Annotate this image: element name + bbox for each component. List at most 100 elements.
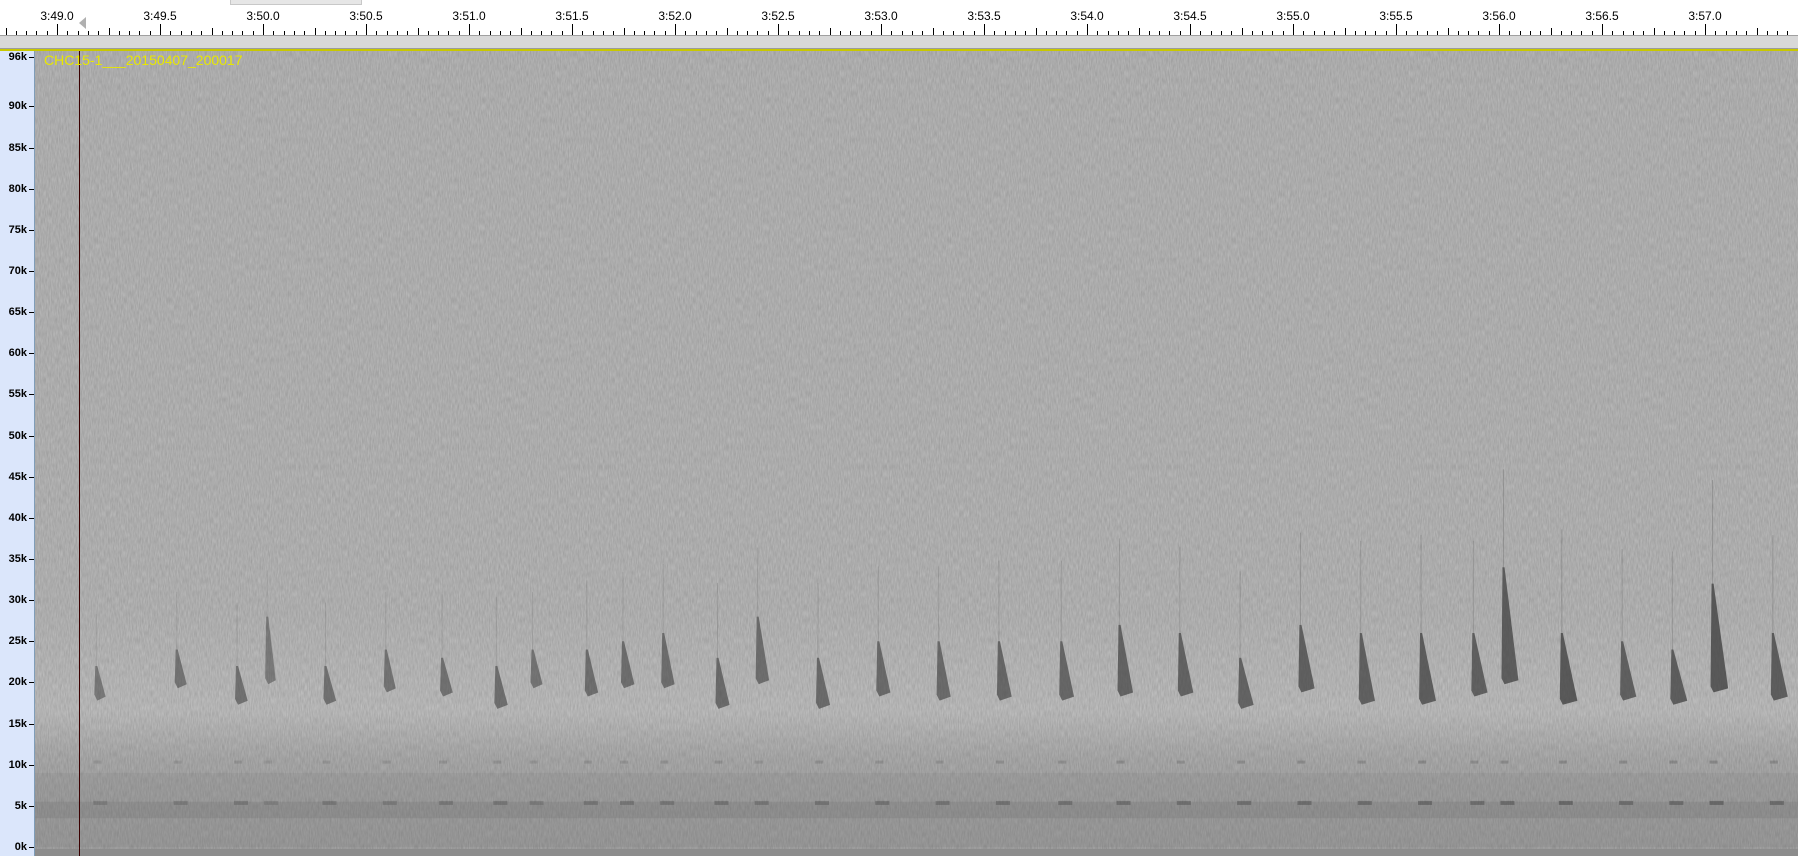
bat-call-low-echo [1470, 760, 1479, 764]
frequency-tick [29, 600, 34, 601]
time-ruler[interactable]: 3:49.0 3:49.5 3:50.0 3:50.5 3:51.0 3:51.5 3:52… [0, 0, 1798, 36]
time-tick-major [366, 24, 367, 35]
bat-call-low-echo [995, 800, 1010, 805]
bat-call-low-echo [1418, 760, 1427, 764]
bat-call-low-echo [93, 800, 108, 805]
bat-call-low-echo [439, 760, 448, 764]
bat-call-low-echo [382, 760, 391, 764]
frequency-tick-label: 96k [8, 51, 27, 63]
frequency-tick [29, 641, 34, 642]
bat-call-low-echo [754, 760, 763, 764]
frequency-tick-label: 15k [8, 717, 27, 730]
time-tick-label: 3:53.5 [967, 9, 1001, 23]
frequency-tick [29, 765, 34, 766]
frequency-tick-label: 80k [8, 182, 27, 195]
time-tick-major [160, 24, 161, 35]
bat-call-low-echo [754, 800, 769, 805]
time-tick-label: 3:51.0 [452, 9, 486, 23]
bat-call-low-echo [935, 760, 944, 764]
frequency-tick [29, 847, 34, 848]
time-tick-major [57, 24, 58, 35]
bat-call-low-echo [1357, 760, 1366, 764]
time-tick-major [1087, 24, 1088, 35]
bat-call-low-echo [1176, 760, 1185, 764]
bat-call-low-echo [234, 800, 249, 805]
time-tick-label: 3:50.0 [246, 9, 280, 23]
bat-call-low-echo [1500, 760, 1509, 764]
frequency-tick [29, 57, 34, 58]
frequency-tick [29, 724, 34, 725]
bat-call-low-echo [1669, 800, 1684, 805]
frequency-tick-label: 10k [8, 758, 27, 771]
bat-call-low-echo [1769, 800, 1784, 805]
bat-call-low-echo [619, 800, 634, 805]
bat-call-low-echo [1500, 800, 1515, 805]
frequency-tick-label: 35k [8, 552, 27, 565]
bat-call-low-echo [1176, 800, 1191, 805]
bat-call-low-echo [1709, 760, 1718, 764]
frequency-tick-label: 45k [8, 470, 27, 483]
time-tick-minor [1551, 28, 1552, 35]
bat-call-low-echo [1470, 800, 1485, 805]
time-tick-label: 3:52.0 [658, 9, 692, 23]
bat-call-low-echo [264, 760, 273, 764]
frequency-tick-label: 65k [8, 306, 27, 319]
time-tick-major [469, 24, 470, 35]
bat-call-low-echo [995, 760, 1004, 764]
bat-call-low-echo [93, 760, 102, 764]
time-tick-minor [1448, 28, 1449, 35]
frequency-tick-label: 5k [14, 799, 27, 812]
bat-call-low-echo [935, 800, 950, 805]
spectrogram-canvas[interactable] [35, 51, 1798, 856]
time-tick-major [984, 24, 985, 35]
bat-call-low-echo [1418, 800, 1433, 805]
frequency-tick-label: 70k [8, 264, 27, 277]
frequency-tick [29, 148, 34, 149]
bat-call-low-echo [814, 800, 829, 805]
frequency-tick [29, 806, 34, 807]
frequency-tick [29, 394, 34, 395]
time-tick-label: 3:55.0 [1276, 9, 1310, 23]
time-tick-minor [1036, 28, 1037, 35]
bat-call-low-echo [1669, 760, 1678, 764]
frequency-tick [29, 230, 34, 231]
frequency-tick-label: 25k [8, 635, 27, 648]
bat-call-low-echo [264, 800, 279, 805]
bat-call-low-echo [1058, 800, 1073, 805]
spectrogram-noise [35, 51, 1798, 856]
frequency-tick-label: 40k [8, 511, 27, 524]
bat-call-low-echo [1558, 760, 1567, 764]
frequency-tick [29, 189, 34, 190]
frequency-tick [29, 106, 34, 107]
playhead-marker-icon[interactable] [79, 17, 86, 29]
time-tick-minor [1654, 28, 1655, 35]
bat-call-low-echo [714, 800, 729, 805]
frequency-tick [29, 312, 34, 313]
bat-call-low-echo [1297, 760, 1306, 764]
time-tick-minor [521, 28, 522, 35]
frequency-axis[interactable]: 96k 90k 85k 80k 75k 70k 65k 60k 55k 50k 45k 40k 35k 3… [0, 51, 35, 856]
bat-call-low-echo [714, 760, 723, 764]
time-tick-minor [315, 28, 316, 35]
frequency-tick [29, 518, 34, 519]
time-tick-minor [624, 28, 625, 35]
spectrogram-view[interactable] [35, 51, 1798, 856]
frequency-tick-label: 0k [14, 841, 27, 853]
ruler-grip[interactable] [230, 0, 362, 5]
time-tick-minor [727, 28, 728, 35]
time-tick-minor [1757, 28, 1758, 35]
track-separator [0, 36, 1798, 49]
time-tick-major [1396, 24, 1397, 35]
frequency-tick-label: 20k [8, 676, 27, 689]
time-tick-minor [418, 28, 419, 35]
bat-call-low-echo [875, 800, 890, 805]
time-tick-label: 3:55.5 [1379, 9, 1413, 23]
bat-call-low-echo [1558, 800, 1573, 805]
time-tick-label: 3:54.5 [1173, 9, 1207, 23]
bat-call-low-echo [583, 800, 598, 805]
time-tick-label: 3:49.0 [40, 9, 74, 23]
bat-call-low-echo [493, 760, 502, 764]
bat-call-low-echo [619, 760, 628, 764]
low-frequency-band [35, 801, 1798, 819]
time-tick-major [1293, 24, 1294, 35]
